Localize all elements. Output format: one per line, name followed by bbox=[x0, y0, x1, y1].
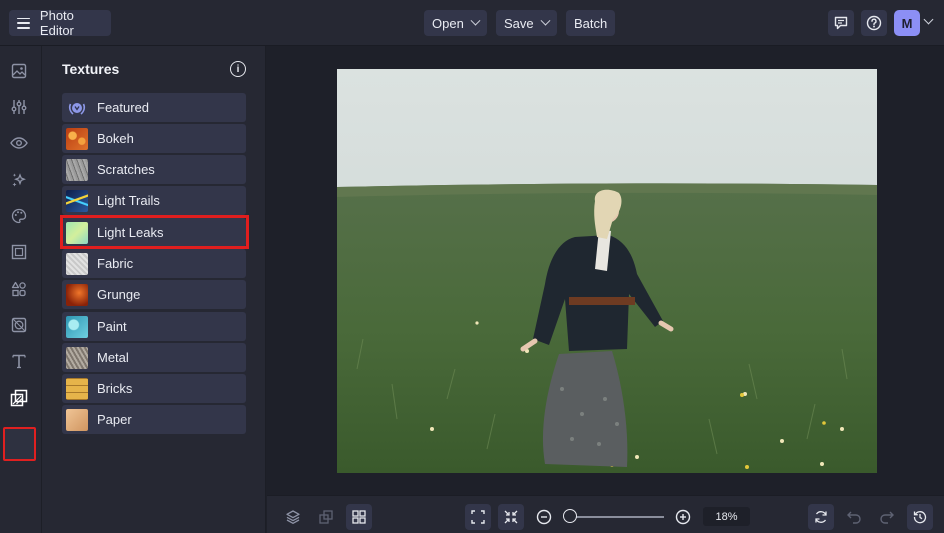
help-icon bbox=[866, 15, 882, 31]
texture-item-featured[interactable]: Featured bbox=[62, 93, 246, 122]
textures-icon[interactable] bbox=[9, 388, 29, 408]
avatar[interactable]: M bbox=[894, 10, 920, 36]
texture-label: Metal bbox=[97, 350, 129, 365]
redo-icon bbox=[880, 511, 894, 524]
history-button[interactable] bbox=[907, 504, 933, 530]
grid-button[interactable] bbox=[346, 504, 372, 530]
texture-label: Fabric bbox=[97, 256, 134, 271]
refresh-button[interactable] bbox=[808, 504, 834, 530]
undo-icon bbox=[847, 511, 861, 524]
texture-item-metal[interactable]: Metal bbox=[62, 343, 246, 372]
comment-button[interactable] bbox=[828, 10, 854, 36]
texture-label: Featured bbox=[97, 100, 150, 115]
app-menu-button[interactable]: Photo Editor bbox=[9, 8, 111, 38]
eye-icon[interactable] bbox=[9, 133, 29, 153]
sparkle-effects-icon[interactable] bbox=[9, 170, 29, 190]
texture-thumbnail bbox=[66, 158, 88, 181]
zoom-out-icon bbox=[536, 509, 552, 525]
frame-icon[interactable] bbox=[9, 242, 29, 262]
texture-label: Scratches bbox=[97, 162, 155, 177]
help-button[interactable] bbox=[861, 10, 887, 36]
zoom-slider-handle[interactable] bbox=[563, 509, 577, 523]
graphics-shapes-icon[interactable] bbox=[9, 279, 29, 299]
laurel-badge-icon bbox=[66, 97, 88, 119]
tool-rail bbox=[0, 46, 42, 533]
texture-item-paper[interactable]: Paper bbox=[62, 405, 246, 434]
overlay-icon[interactable] bbox=[9, 315, 29, 335]
save-label: Save bbox=[504, 15, 534, 31]
texture-thumbnail bbox=[66, 346, 88, 369]
image-icon[interactable] bbox=[9, 61, 29, 81]
refresh-icon bbox=[815, 511, 827, 523]
shrink-button[interactable] bbox=[498, 504, 524, 530]
batch-label: Batch bbox=[574, 15, 608, 31]
texture-thumbnail bbox=[66, 315, 88, 338]
zoom-slider-track[interactable] bbox=[566, 516, 664, 518]
info-icon[interactable]: i bbox=[230, 61, 246, 77]
chevron-down-icon bbox=[540, 15, 551, 26]
texture-label: Bricks bbox=[97, 381, 133, 396]
fit-screen-button[interactable] bbox=[465, 504, 491, 530]
texture-label: Grunge bbox=[97, 287, 141, 302]
rail-active-indicator bbox=[3, 427, 36, 461]
open-label: Open bbox=[432, 15, 464, 31]
chevron-down-icon bbox=[470, 15, 481, 26]
shrink-icon bbox=[504, 510, 518, 524]
zoom-in-icon bbox=[675, 509, 691, 525]
texture-item-bokeh[interactable]: Bokeh bbox=[62, 124, 246, 153]
texture-item-bricks[interactable]: Bricks bbox=[62, 374, 246, 403]
texture-thumbnail bbox=[66, 408, 88, 431]
texture-label: Light Trails bbox=[97, 193, 160, 208]
texture-label: Paint bbox=[97, 319, 127, 334]
texture-thumbnail bbox=[66, 377, 88, 400]
text-icon[interactable] bbox=[9, 351, 29, 371]
layers-icon[interactable] bbox=[280, 504, 306, 530]
comment-icon bbox=[834, 16, 848, 30]
photo-canvas[interactable] bbox=[337, 69, 877, 473]
texture-thumbnail bbox=[66, 127, 88, 150]
adjust-sliders-icon[interactable] bbox=[9, 97, 29, 117]
texture-item-grunge[interactable]: Grunge bbox=[62, 280, 246, 309]
texture-item-paint[interactable]: Paint bbox=[62, 312, 246, 341]
transform-icon[interactable] bbox=[313, 504, 339, 530]
zoom-percentage[interactable]: 18% bbox=[703, 507, 750, 526]
textures-panel: Textures i Featured Bokeh Scratches Ligh… bbox=[42, 46, 266, 533]
redo-button[interactable] bbox=[874, 504, 900, 530]
zoom-in-button[interactable] bbox=[670, 504, 696, 530]
texture-item-scratches[interactable]: Scratches bbox=[62, 155, 246, 184]
palette-icon[interactable] bbox=[9, 206, 29, 226]
texture-item-light-trails[interactable]: Light Trails bbox=[62, 186, 246, 215]
texture-thumbnail bbox=[66, 283, 88, 306]
texture-thumbnail bbox=[66, 189, 88, 212]
zoom-out-button[interactable] bbox=[531, 504, 557, 530]
history-icon bbox=[913, 511, 927, 524]
selection-highlight bbox=[60, 215, 249, 249]
batch-button[interactable]: Batch bbox=[566, 10, 616, 36]
texture-label: Bokeh bbox=[97, 131, 134, 146]
menu-icon bbox=[17, 17, 30, 29]
texture-thumbnail bbox=[66, 252, 88, 275]
grid-icon bbox=[352, 510, 366, 524]
save-menu-button[interactable]: Save bbox=[496, 10, 557, 36]
texture-label: Paper bbox=[97, 412, 132, 427]
fit-screen-icon bbox=[471, 510, 485, 524]
app-title: Photo Editor bbox=[39, 8, 74, 38]
undo-button[interactable] bbox=[841, 504, 867, 530]
panel-title: Textures bbox=[62, 61, 120, 77]
texture-item-fabric[interactable]: Fabric bbox=[62, 249, 246, 278]
open-menu-button[interactable]: Open bbox=[424, 10, 487, 36]
